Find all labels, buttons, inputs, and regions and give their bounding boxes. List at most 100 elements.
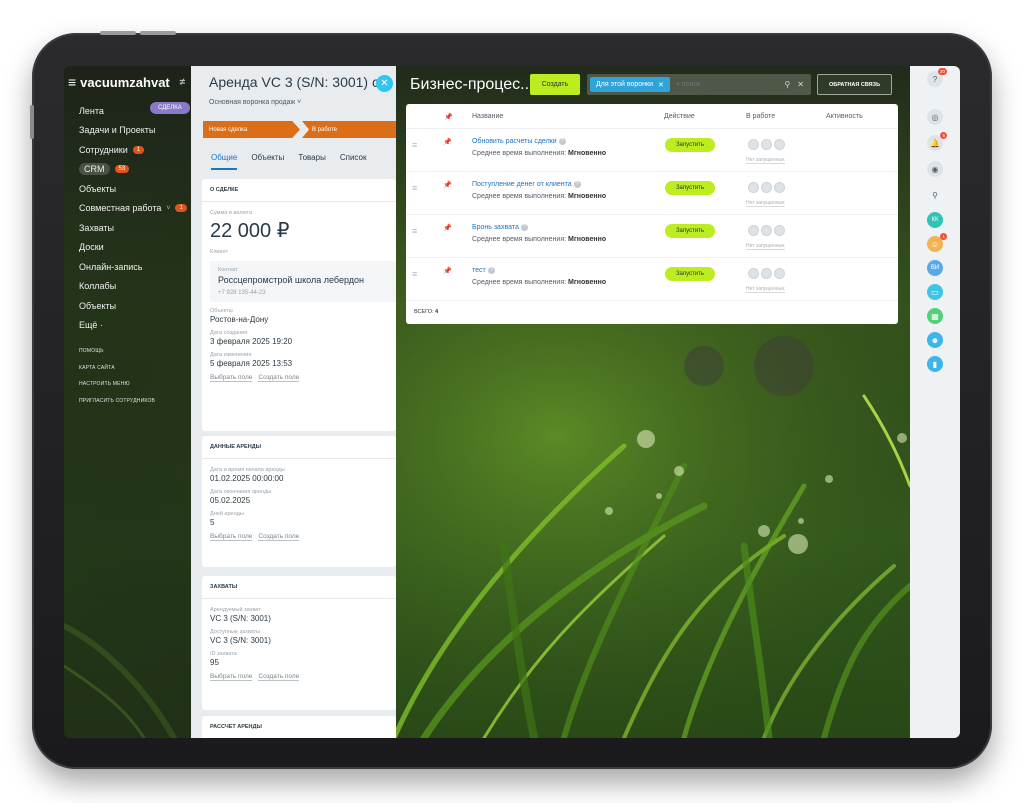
stage-new[interactable]: Новая сделка [203, 121, 300, 138]
nav-item-objects[interactable]: Объекты [79, 179, 187, 199]
process-name-link[interactable]: тест? [472, 267, 495, 274]
nav-item-more[interactable]: Ещё · [79, 316, 187, 336]
help-icon[interactable]: ? [558, 138, 566, 145]
avatar[interactable]: ☺ 1 [927, 233, 947, 252]
nav-item-collabs[interactable]: Коллабы [79, 277, 187, 297]
column-activity[interactable]: Активность [826, 113, 863, 120]
not-run-link[interactable]: Нет запущенных [746, 243, 785, 250]
pin-column-icon[interactable]: 📌 [444, 113, 453, 121]
create-field-link[interactable]: Создать поле [258, 374, 300, 382]
pin-icon[interactable]: 📌 [443, 267, 452, 275]
create-field-link[interactable]: Создать поле [258, 673, 300, 681]
nav-item-crm[interactable]: CRM 53 [79, 160, 187, 180]
create-field-link[interactable]: Создать поле [258, 533, 300, 541]
pin-menu-icon[interactable]: ≠ [180, 77, 186, 88]
funnel-selector[interactable]: Основная воронка продаж ˅ [209, 99, 301, 106]
process-name-link[interactable]: Поступление денег от клиента? [472, 181, 581, 188]
field-value[interactable]: VC 3 (S/N: 3001) [210, 614, 396, 623]
drag-handle-icon[interactable]: ≡ [412, 140, 417, 150]
help-icon[interactable]: ? [520, 224, 528, 231]
field-value[interactable]: 5 [210, 518, 396, 527]
not-run-link[interactable]: Нет запущенных [746, 286, 785, 293]
not-run-link[interactable]: Нет запущенных [746, 157, 785, 164]
nav-item-label: Захваты [79, 222, 115, 233]
help-icon[interactable]: ? [573, 181, 581, 188]
nav-item-tasks[interactable]: Задачи и Проекты [79, 121, 187, 141]
nav-item-captures[interactable]: Захваты [79, 218, 187, 238]
pin-icon[interactable]: 📌 [443, 138, 452, 146]
count-badge: 1 [132, 145, 145, 154]
copilot-button[interactable]: ◎ [927, 109, 943, 125]
field-label: Дней аренды [210, 511, 244, 517]
nav-item-objects-2[interactable]: Объекты [79, 296, 187, 316]
field-value[interactable]: 05.02.2025 [210, 496, 396, 505]
pin-icon[interactable]: 📌 [443, 181, 452, 189]
search-input[interactable] [675, 81, 785, 88]
nav-item-feed[interactable]: Лента [79, 101, 187, 121]
calendar-icon[interactable]: ▦ [927, 308, 943, 324]
nav-item-employees[interactable]: Сотрудники 1 [79, 140, 187, 160]
search-button[interactable]: ⚲ [927, 187, 943, 203]
bookmark-icon[interactable]: ▮ [927, 356, 943, 372]
tab-list[interactable]: Список [340, 153, 367, 170]
stage-in-work[interactable]: В работе [302, 121, 396, 138]
nav-footer-sitemap[interactable]: КАРТА САЙТА [79, 365, 155, 382]
nav-footer-help[interactable]: ПОМОЩЬ [79, 348, 155, 365]
process-name: Поступление денег от клиента [472, 181, 572, 188]
column-name[interactable]: Название [472, 113, 503, 120]
avatar [774, 182, 785, 193]
avatar[interactable]: ВИ [927, 260, 943, 276]
field-value[interactable]: Ростов-на-Дону [210, 315, 396, 324]
choose-field-link[interactable]: Выбрать поле [210, 673, 253, 681]
contact-name[interactable]: Россцепромстрой школа лебердон [218, 275, 392, 285]
chat-button[interactable]: ◉ [927, 161, 943, 177]
brand-name[interactable]: vacuumzahvat [80, 75, 170, 90]
nav-item-label: Совместная работа [79, 203, 162, 214]
help-icon[interactable]: ? [487, 267, 495, 274]
section-title: ЗАХВАТЫ [202, 576, 396, 599]
tab-products[interactable]: Товары [298, 153, 326, 170]
clear-icon[interactable]: ✕ [797, 80, 804, 89]
nav-footer-configure[interactable]: НАСТРОИТЬ МЕНЮ [79, 381, 155, 398]
feedback-button[interactable]: ОБРАТНАЯ СВЯЗЬ [817, 74, 892, 95]
choose-field-link[interactable]: Выбрать поле [210, 374, 253, 382]
drag-handle-icon[interactable]: ≡ [412, 269, 417, 279]
column-action[interactable]: Действие [664, 113, 695, 120]
run-button[interactable]: Запустить [665, 224, 715, 238]
nav-item-booking[interactable]: Онлайн-запись [79, 257, 187, 277]
run-button[interactable]: Запустить [665, 181, 715, 195]
drag-handle-icon[interactable]: ≡ [412, 183, 417, 193]
remove-filter-icon[interactable]: ✕ [658, 81, 664, 89]
tab-general[interactable]: Общие [211, 153, 238, 170]
not-run-link[interactable]: Нет запущенных [746, 200, 785, 207]
pin-icon[interactable]: 📌 [443, 224, 452, 232]
total-count: ВСЕГО: 4 [414, 309, 438, 315]
run-button[interactable]: Запустить [665, 267, 715, 281]
process-name-link[interactable]: Обновить расчеты сделки? [472, 138, 566, 145]
notifications-button[interactable]: 🔔 5 [927, 132, 947, 151]
filter-tag[interactable]: Для этой воронки ✕ [590, 77, 670, 92]
nav-footer-invite[interactable]: ПРИГЛАСИТЬ СОТРУДНИКОВ [79, 398, 155, 415]
deal-title: Аренда VC 3 (S/N: 3001) с 0 [209, 74, 391, 90]
contact-phone[interactable]: +7 928 135-44-23 [218, 290, 392, 296]
create-button[interactable]: Создать [530, 74, 580, 95]
field-value[interactable]: VC 3 (S/N: 3001) [210, 636, 396, 645]
field-value[interactable]: 95 [210, 658, 396, 667]
nav-item-collab[interactable]: Совместная работа ˅ 1 [79, 199, 187, 219]
contacts-icon[interactable]: ☻ [927, 332, 943, 348]
column-in-work[interactable]: В работе [746, 113, 775, 120]
choose-field-link[interactable]: Выбрать поле [210, 533, 253, 541]
deal-amount[interactable]: 22 000 ₽ [210, 218, 396, 243]
menu-icon[interactable]: ≡ [68, 74, 76, 90]
close-slider-button[interactable]: ✕ [376, 75, 393, 92]
field-value[interactable]: 01.02.2025 00:00:00 [210, 474, 396, 483]
drag-handle-icon[interactable]: ≡ [412, 226, 417, 236]
avatar[interactable]: КК [927, 212, 943, 228]
messenger-icon[interactable]: ▭ [927, 284, 943, 300]
process-name-link[interactable]: Бронь захвата? [472, 224, 528, 231]
nav-item-boards[interactable]: Доски [79, 238, 187, 258]
search-icon[interactable]: ⚲ [784, 80, 790, 89]
help-button[interactable]: ? 20 [927, 68, 947, 87]
tab-objects[interactable]: Объекты [251, 153, 284, 170]
run-button[interactable]: Запустить [665, 138, 715, 152]
